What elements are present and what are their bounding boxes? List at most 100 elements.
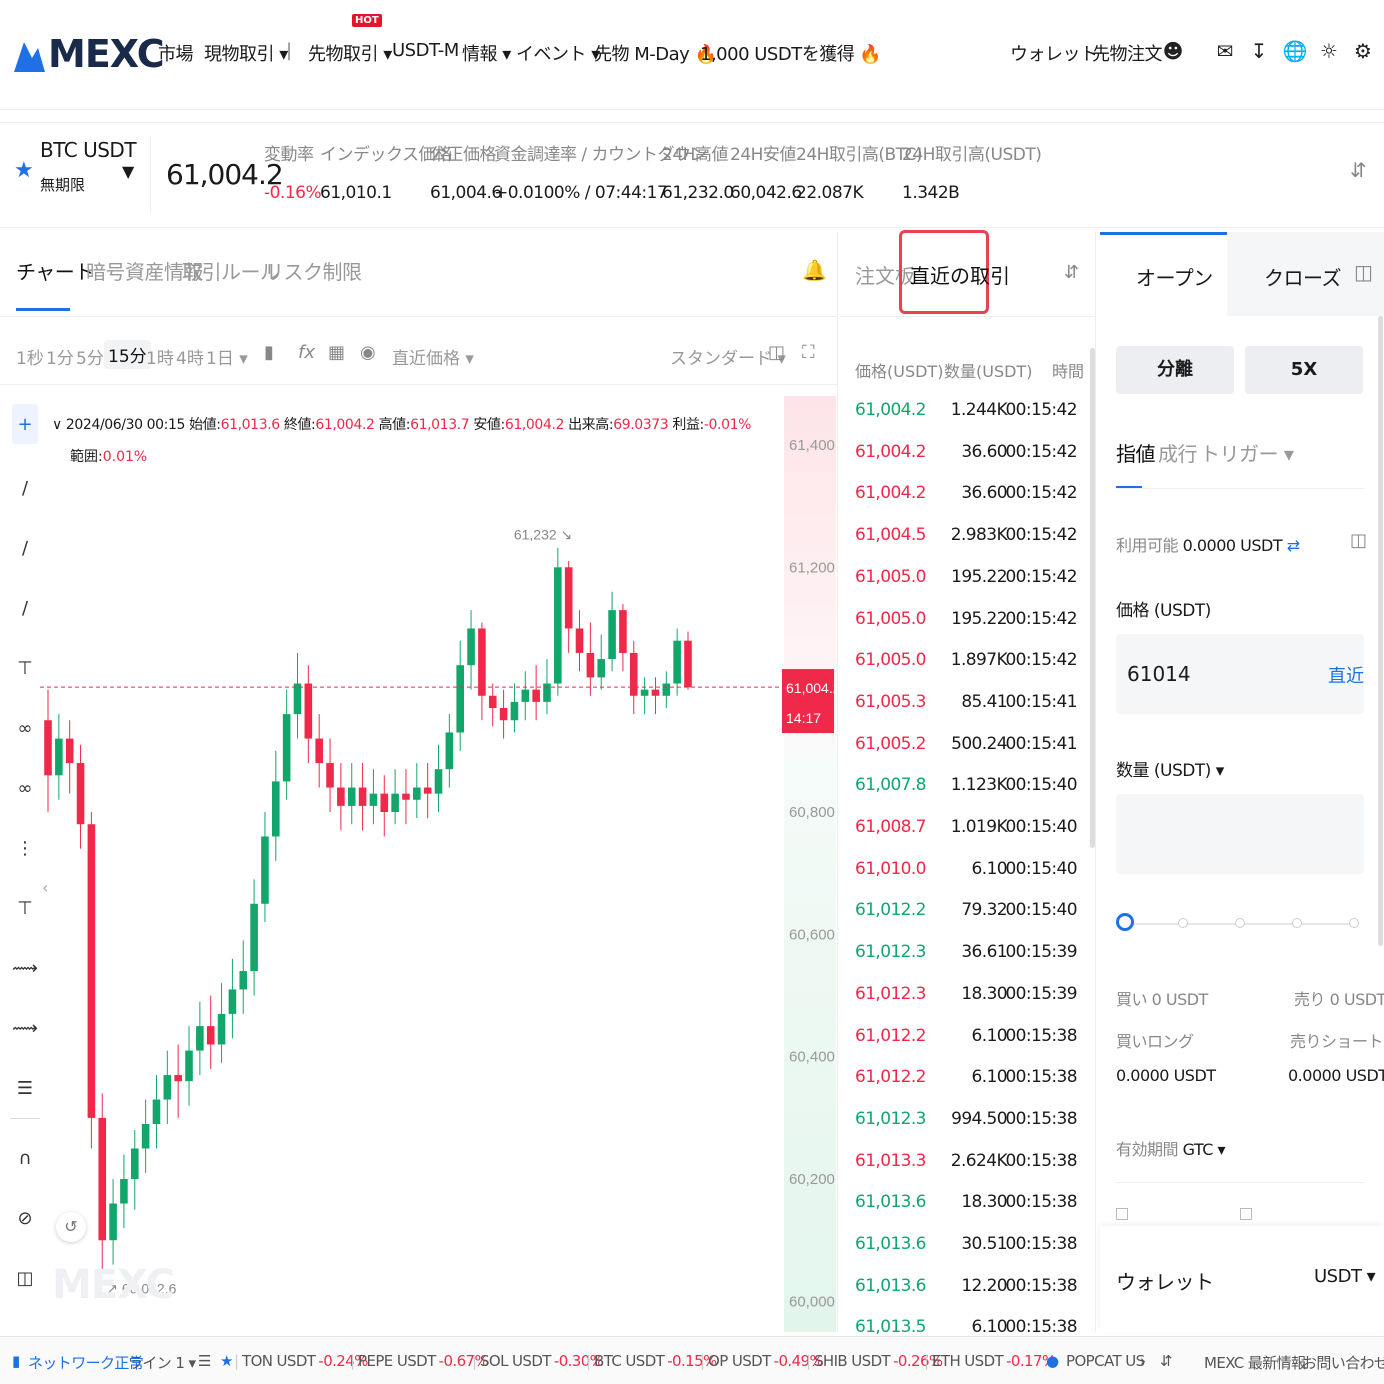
order-type-trigger[interactable]: トリガー ▾	[1200, 438, 1294, 467]
tab-close[interactable]: クローズ	[1264, 262, 1342, 291]
validity[interactable]: 有効期間 GTC ▾	[1116, 1136, 1226, 1160]
favorites-star-icon[interactable]: ★	[220, 1352, 233, 1370]
wallet-currency-dropdown[interactable]: USDT ▾	[1314, 1266, 1376, 1287]
trade-price: 61,005.2	[855, 733, 927, 754]
nav-futures-orders[interactable]: 先物注文	[1092, 40, 1163, 66]
footer-contact[interactable]: お問い合わせ	[1302, 1352, 1384, 1373]
order-type-market[interactable]: 成行	[1158, 438, 1198, 467]
tab-open[interactable]: オープン	[1136, 262, 1213, 291]
order-scrollbar[interactable]	[1378, 316, 1383, 946]
trade-row: 61,004.2 36.60 00:15:42	[855, 441, 1078, 482]
trade-price: 61,005.0	[855, 608, 927, 629]
footer-ticker-name: ETH USDT	[932, 1352, 1004, 1370]
price-input[interactable]: 61014 直近	[1116, 634, 1364, 714]
footer-divider: |	[806, 1352, 811, 1370]
margin-mode-button[interactable]: 分離	[1116, 346, 1234, 394]
trade-price: 61,004.2	[855, 400, 927, 420]
validity-value[interactable]: GTC ▾	[1183, 1140, 1226, 1159]
trade-qty: 12.20	[961, 1275, 1007, 1296]
trade-time: 00:15:40	[1005, 817, 1077, 837]
trade-time: 00:15:38	[1005, 1275, 1077, 1296]
price-label: 価格 (USDT)	[1116, 601, 1211, 621]
slider-stop-100[interactable]	[1349, 918, 1359, 928]
footer-ticker-name: TON USDT	[242, 1352, 316, 1370]
trade-qty: 36.61	[961, 942, 1007, 963]
history-icon[interactable]: ◫	[1350, 530, 1367, 551]
footer-divider: |	[924, 1352, 929, 1370]
trade-qty: 195.22	[951, 608, 1007, 629]
trade-price: 61,012.3	[855, 983, 927, 1004]
trade-price: 61,012.2	[855, 1025, 927, 1046]
trade-qty: 6.10	[971, 858, 1008, 879]
slider-handle[interactable]	[1116, 913, 1134, 931]
footer-ticker[interactable]: PEPE USDT -0.67%	[358, 1352, 489, 1370]
footer-ticker-name: SOL USDT	[480, 1352, 551, 1370]
chat-icon[interactable]: ✉	[1212, 38, 1238, 64]
trade-price: 61,004.2	[855, 483, 927, 504]
sun-icon[interactable]: ☼	[1316, 38, 1342, 64]
slider-stop-25[interactable]	[1178, 918, 1188, 928]
footer-news[interactable]: MEXC 最新情報	[1204, 1352, 1306, 1373]
line-selector[interactable]: ライン 1 ▾	[128, 1352, 196, 1373]
footer-divider: |	[234, 1352, 239, 1370]
wallet-label: ウォレット	[1116, 1270, 1214, 1294]
download-icon[interactable]: ↧	[1246, 38, 1272, 64]
trade-row: 61,012.3 994.50 00:15:38	[855, 1108, 1078, 1149]
footer-settings-icon[interactable]: ⇵	[1160, 1352, 1173, 1370]
qty-slider[interactable]	[1116, 910, 1364, 938]
trade-row: 61,012.2 6.10 00:15:38	[855, 1067, 1078, 1107]
trade-qty: 36.60	[961, 441, 1007, 462]
calculator-icon[interactable]: ◫	[1354, 260, 1373, 284]
trade-time: 00:15:42	[1005, 608, 1077, 629]
trade-price: 61,004.5	[855, 525, 927, 546]
trade-price: 61,007.8	[855, 775, 927, 796]
trade-row: 61,005.0 195.22 00:15:42	[855, 608, 1078, 649]
short-label: 売りショート	[1290, 1032, 1384, 1051]
trade-time: 00:15:38	[1005, 1025, 1077, 1046]
trade-time: 00:15:40	[1005, 900, 1077, 921]
price-last-button[interactable]: 直近	[1328, 662, 1364, 688]
trade-row: 61,013.6 30.51 00:15:38	[855, 1234, 1078, 1274]
network-status: ネットワーク正常	[28, 1354, 144, 1372]
buy-amount: 買い 0 USDT	[1116, 990, 1208, 1009]
footer-ticker[interactable]: BTC USDT -0.15%	[594, 1352, 717, 1370]
footer-divider: |	[700, 1352, 705, 1370]
qty-label[interactable]: 数量 (USDT) ▾	[1116, 756, 1224, 781]
footer-ticker-popcat[interactable]: POPCAT US	[1066, 1352, 1145, 1370]
trade-qty: 6.10	[971, 1025, 1008, 1046]
qty-input[interactable]	[1116, 794, 1364, 874]
transfer-icon[interactable]: ⇄	[1287, 536, 1300, 555]
tp-sl-checkbox-short[interactable]	[1240, 1208, 1252, 1220]
footer-ticker[interactable]: TON USDT -0.24%	[242, 1352, 368, 1370]
trade-time: 00:15:41	[1005, 733, 1077, 754]
trade-row: 61,004.2 36.60 00:15:42	[855, 483, 1078, 523]
available-balance: 利用可能 0.0000 USDT ⇄	[1116, 532, 1300, 556]
tp-sl-checkbox-long[interactable]	[1116, 1208, 1128, 1220]
trade-price: 61,013.5	[855, 1317, 927, 1334]
footer-ticker[interactable]: SOL USDT -0.30%	[480, 1352, 604, 1370]
menu-icon[interactable]: ☰	[198, 1352, 211, 1370]
leverage-button[interactable]: 5X	[1245, 346, 1363, 394]
trade-qty: 994.50	[951, 1108, 1007, 1129]
slider-stop-75[interactable]	[1292, 918, 1302, 928]
trade-row: 61,007.8 1.123K 00:15:40	[855, 775, 1078, 815]
footer-ticker[interactable]: ETH USDT -0.17%	[932, 1352, 1056, 1370]
footer-next-icon[interactable]: ›	[1140, 1352, 1146, 1370]
user-icon[interactable]: ☻	[1160, 38, 1186, 64]
trades-scrollbar[interactable]	[1090, 348, 1095, 848]
trade-price: 61,008.7	[855, 817, 927, 837]
globe-icon[interactable]: 🌐	[1282, 38, 1308, 64]
trade-row: 61,012.3 36.61 00:15:39	[855, 942, 1078, 982]
trade-time: 00:15:41	[1005, 691, 1077, 712]
settings-icon[interactable]: ⚙	[1350, 38, 1376, 64]
trade-row: 61,012.3 18.30 00:15:39	[855, 983, 1078, 1024]
trade-time: 00:15:42	[1005, 566, 1077, 587]
signal-icon: ▮	[12, 1352, 20, 1370]
ticker-settings-icon[interactable]: ⇵	[1350, 158, 1367, 182]
trade-qty: 18.30	[961, 983, 1007, 1004]
order-type-limit[interactable]: 指値	[1116, 438, 1156, 467]
trade-row: 61,005.2 500.24 00:15:41	[855, 733, 1078, 774]
slider-stop-50[interactable]	[1235, 918, 1245, 928]
trade-row: 61,012.2 6.10 00:15:38	[855, 1025, 1078, 1066]
footer-divider: |	[472, 1352, 477, 1370]
